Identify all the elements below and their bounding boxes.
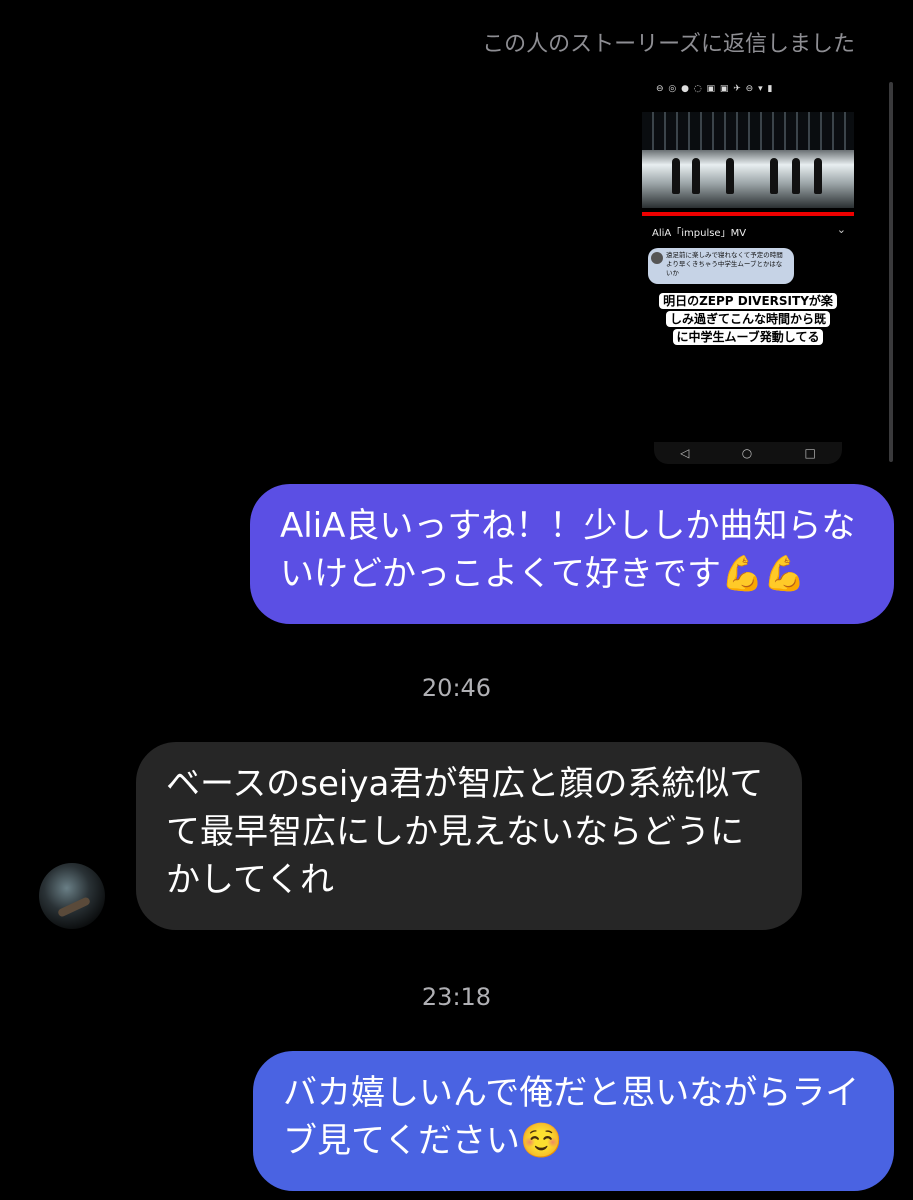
outgoing-message-bubble[interactable]: バカ嬉しいんで俺だと思いながらライブ見てください☺️ xyxy=(253,1051,894,1191)
thumbnail-nav-bar: ◁ ○ □ xyxy=(654,442,842,464)
timestamp: 23:18 xyxy=(421,983,492,1011)
stage-lights xyxy=(642,112,854,150)
story-thumbnail[interactable]: ⊖ ◎ ● ◌ ▣ ▣ ✈ ⊖ ▾ ▮ AliA「impulse」MV ⌄ 遠足… xyxy=(640,76,862,468)
message-text: ベースのseiya君が智広と顔の系統似てて最早智広にしか見えないならどうにかして… xyxy=(166,764,764,900)
sticker-line: 明日のZEPP DIVERSITYが楽 xyxy=(659,293,837,309)
performer-figure xyxy=(692,158,700,194)
story-sticker-text: 明日のZEPP DIVERSITYが楽 しみ過ぎてこんな時間から既 に中学生ムー… xyxy=(640,292,856,346)
video-title: AliA「impulse」MV xyxy=(652,228,747,239)
performer-figure xyxy=(814,158,822,194)
outgoing-message-bubble[interactable]: AliA良いっすね！！少ししか曲知らないけどかっこよくて好きです💪💪 xyxy=(250,484,894,624)
performer-figure xyxy=(726,158,734,194)
sticker-line: に中学生ムーブ発動してる xyxy=(672,329,824,345)
avatar-guitar-shape xyxy=(56,896,92,918)
story-reply-line xyxy=(889,82,893,462)
mini-chat-bubble: 遠足前に楽しみで寝れなくて予定の時間より早くきちゃう中学生ムーブとかはないか xyxy=(648,248,794,284)
timestamp: 20:46 xyxy=(421,674,492,702)
story-reply-caption: この人のストーリーズに返信しました xyxy=(482,32,855,57)
chevron-down-icon: ⌄ xyxy=(836,223,846,236)
avatar[interactable] xyxy=(39,863,105,929)
recents-square-icon: □ xyxy=(804,446,816,460)
home-circle-icon: ○ xyxy=(741,446,753,460)
message-text: バカ嬉しいんで俺だと思いながらライブ見てください☺️ xyxy=(283,1073,860,1161)
back-triangle-icon: ◁ xyxy=(680,446,690,460)
message-text: AliA良いっすね！！少ししか曲知らないけどかっこよくて好きです💪💪 xyxy=(280,506,856,594)
performer-figure xyxy=(672,158,680,194)
incoming-message-bubble[interactable]: ベースのseiya君が智広と顔の系統似てて最早智広にしか見えないならどうにかして… xyxy=(136,742,802,930)
performer-figure xyxy=(792,158,800,194)
video-frame xyxy=(642,112,854,208)
sticker-line: しみ過ぎてこんな時間から既 xyxy=(665,311,830,327)
mini-avatar-icon xyxy=(651,252,663,264)
mini-chat-text: 遠足前に楽しみで寝れなくて予定の時間より早くきちゃう中学生ムーブとかはないか xyxy=(666,251,783,277)
performer-figure xyxy=(770,158,778,194)
thumbnail-status-bar: ⊖ ◎ ● ◌ ▣ ▣ ✈ ⊖ ▾ ▮ xyxy=(656,84,774,94)
video-progress-bar xyxy=(642,212,854,216)
